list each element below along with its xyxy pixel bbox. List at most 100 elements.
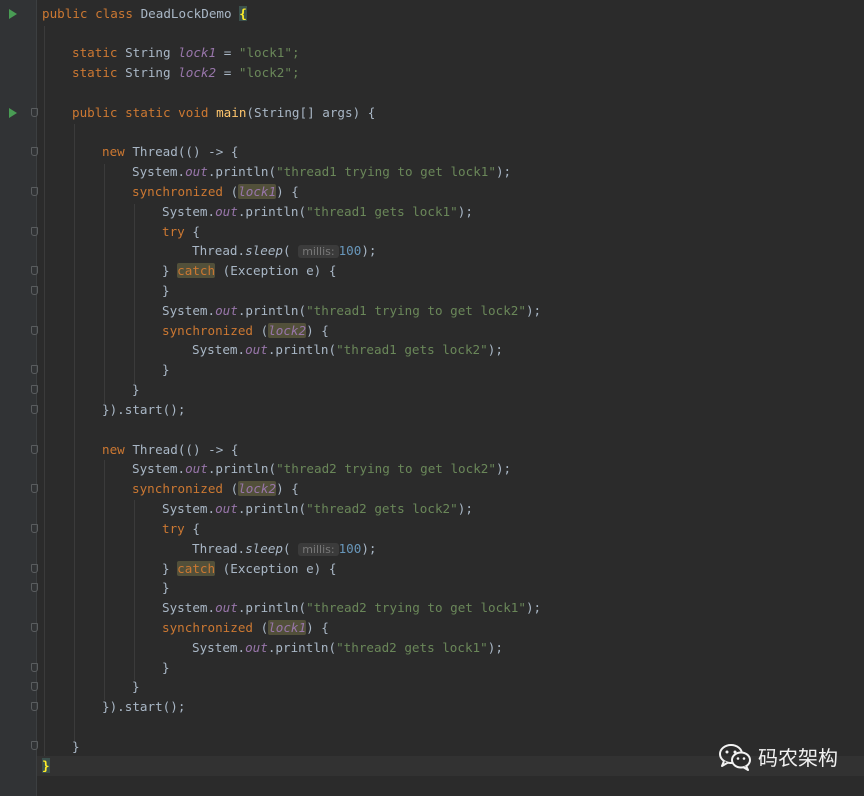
field-name: out: [185, 164, 208, 179]
code-text: ) {: [276, 481, 299, 496]
code-line: }).start();: [102, 400, 185, 420]
indent-guide: [134, 500, 135, 680]
code-text: (: [283, 243, 291, 258]
fold-icon[interactable]: [31, 227, 38, 236]
code-text: }: [162, 580, 170, 595]
code-line: } catch (Exception e) {: [162, 559, 336, 579]
string-literal: "lock1";: [238, 45, 300, 60]
fold-icon[interactable]: [31, 187, 38, 196]
code-text: ) {: [306, 620, 329, 635]
indent-guide: [134, 204, 135, 384]
keyword: static: [72, 45, 118, 60]
string-literal: "thread1 trying to get lock2": [306, 303, 526, 318]
keyword: synchronized: [162, 620, 253, 635]
code-line: System.out.println("thread1 gets lock1")…: [162, 202, 473, 222]
field-name: out: [215, 501, 238, 516]
code-line: Thread.sleep( millis: 100);: [192, 241, 377, 261]
operator: =: [223, 65, 232, 80]
code-text: .println(: [237, 204, 307, 219]
fold-icon[interactable]: [31, 484, 38, 493]
code-line: }: [42, 756, 50, 776]
parameter-hint: millis:: [298, 245, 339, 258]
keyword: public static void: [72, 105, 209, 120]
class-name: DeadLockDemo: [140, 6, 232, 21]
run-main-icon[interactable]: [9, 108, 17, 118]
code-line: }: [132, 380, 140, 400]
code-text: }: [162, 263, 178, 278]
code-text: System.: [192, 640, 246, 655]
code-line: Thread.sleep( millis: 100);: [192, 539, 377, 559]
field-name: lock1: [238, 184, 277, 199]
run-class-icon[interactable]: [9, 9, 17, 19]
code-text: );: [361, 541, 377, 556]
code-text: System.: [162, 600, 216, 615]
code-line: synchronized (lock2) {: [132, 479, 299, 499]
gutter-separator: [36, 0, 37, 796]
number-literal: 100: [338, 243, 362, 258]
code-line: static String lock1 = "lock1";: [72, 43, 300, 63]
fold-icon[interactable]: [31, 147, 38, 156]
fold-icon[interactable]: [31, 702, 38, 711]
string-literal: "lock2";: [238, 65, 300, 80]
code-line: new Thread(() -> {: [102, 440, 239, 460]
fold-icon[interactable]: [31, 266, 38, 275]
keyword: new: [102, 442, 125, 457]
code-text: System.: [132, 461, 186, 476]
code-text: System.: [192, 342, 246, 357]
fold-icon[interactable]: [31, 445, 38, 454]
keyword: try: [162, 224, 185, 239]
fold-icon[interactable]: [31, 326, 38, 335]
keyword: new: [102, 144, 125, 159]
field-name: lock2: [178, 65, 217, 80]
code-line: System.out.println("thread1 gets lock2")…: [192, 340, 503, 360]
field-name: out: [245, 640, 268, 655]
code-text: );: [457, 204, 473, 219]
field-name: lock1: [178, 45, 217, 60]
code-text: (: [283, 541, 291, 556]
fold-icon[interactable]: [31, 365, 38, 374]
code-text: Thread.: [192, 243, 246, 258]
code-line: synchronized (lock1) {: [162, 618, 329, 638]
code-text: System.: [132, 164, 186, 179]
code-text: .println(: [237, 501, 307, 516]
code-line: }: [162, 360, 170, 380]
field-name: out: [215, 303, 238, 318]
code-editor[interactable]: public class DeadLockDemo { static Strin…: [0, 0, 864, 796]
code-text: }: [132, 382, 140, 397]
fold-icon[interactable]: [31, 108, 38, 117]
string-literal: "thread1 gets lock1": [306, 204, 458, 219]
code-text: }: [132, 679, 140, 694]
field-name: lock2: [238, 481, 277, 496]
fold-icon[interactable]: [31, 564, 38, 573]
code-text: );: [495, 461, 512, 476]
method-name: sleep: [245, 541, 283, 556]
fold-icon[interactable]: [31, 663, 38, 672]
fold-icon[interactable]: [31, 524, 38, 533]
editor-gutter[interactable]: [0, 0, 36, 796]
fold-icon[interactable]: [31, 623, 38, 632]
code-text: ) {: [306, 323, 329, 338]
code-text: );: [361, 243, 377, 258]
code-text: }).start();: [102, 402, 186, 417]
fold-icon[interactable]: [31, 741, 38, 750]
fold-icon[interactable]: [31, 405, 38, 414]
code-text: }: [162, 362, 170, 377]
fold-icon[interactable]: [31, 286, 38, 295]
code-line: System.out.println("thread1 trying to ge…: [162, 301, 541, 321]
fold-icon[interactable]: [31, 385, 38, 394]
method-name: main: [216, 105, 247, 120]
indent-guide: [104, 164, 105, 404]
code-line: }: [162, 281, 170, 301]
code-text: );: [525, 303, 542, 318]
fold-icon[interactable]: [31, 583, 38, 592]
code-line: System.out.println("thread2 gets lock2")…: [162, 499, 473, 519]
fold-icon[interactable]: [31, 682, 38, 691]
keyword: synchronized: [132, 184, 223, 199]
code-text: );: [525, 600, 542, 615]
code-line: } catch (Exception e) {: [162, 261, 336, 281]
code-line: try {: [162, 519, 200, 539]
code-text: ) {: [276, 184, 299, 199]
string-literal: "thread2 trying to get lock1": [306, 600, 526, 615]
code-line: System.out.println("thread2 trying to ge…: [132, 459, 511, 479]
code-text: .println(: [267, 342, 337, 357]
